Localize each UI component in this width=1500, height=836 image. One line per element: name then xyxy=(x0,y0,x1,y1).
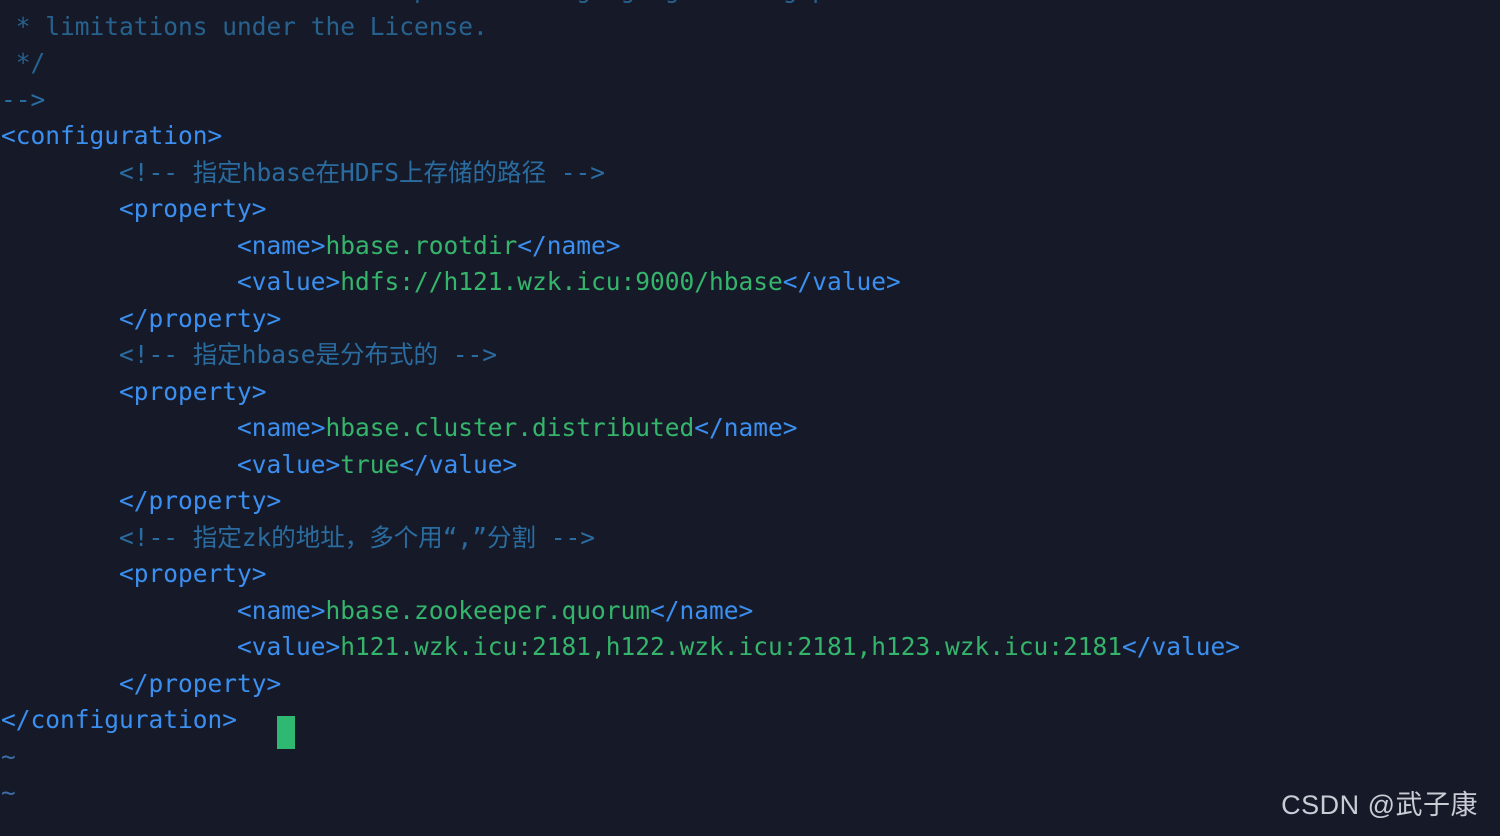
line-segment: <value> xyxy=(237,632,341,661)
line-segment: * See the License for the specific langu… xyxy=(16,0,1034,4)
line-comment-close-xml: --> xyxy=(0,82,1500,119)
line-comment-zk: <!-- 指定zk的地址，多个用“,”分割 --> xyxy=(0,520,1500,557)
line-segment: </configuration> xyxy=(1,705,238,734)
line-segment: </name> xyxy=(517,230,621,260)
line-segment: </name> xyxy=(650,595,754,625)
csdn-watermark: CSDN @武子康 xyxy=(1281,790,1478,820)
line-value-rootdir: <value>hdfs://h121.wzk.icu:9000/hbase</v… xyxy=(0,264,1500,301)
line-configuration-close: </configuration> xyxy=(0,702,1500,739)
line-configuration-open: <configuration> xyxy=(0,118,1500,155)
line-segment: <value> xyxy=(237,267,341,296)
line-property-close-3: </property> xyxy=(0,666,1500,703)
line-property-close-2: </property> xyxy=(0,483,1500,520)
line-segment: hdfs://h121.wzk.icu:9000/hbase xyxy=(340,267,783,296)
line-segment: </property> xyxy=(119,668,282,698)
line-segment: <name> xyxy=(237,595,326,625)
line-segment: hbase.cluster.distributed xyxy=(325,413,695,442)
line-segment: <property> xyxy=(119,376,267,406)
line-value-distributed: <value>true</value> xyxy=(0,447,1500,484)
line-segment: <name> xyxy=(237,230,326,260)
line-segment: </value> xyxy=(782,267,901,296)
line-segment: * limitations under the License. xyxy=(15,11,488,41)
text-cursor xyxy=(277,716,295,749)
line-name-rootdir: <name>hbase.rootdir</name> xyxy=(0,228,1500,265)
line-empty-tilde-1: ~ xyxy=(0,739,1500,776)
line-segment: <!-- 指定hbase是分布式的 --> xyxy=(119,340,498,369)
line-segment: <property> xyxy=(119,559,267,588)
line-license-see: * See the License for the specific langu… xyxy=(0,0,1500,9)
line-segment: </value> xyxy=(399,449,518,479)
line-segment: ~ xyxy=(1,741,16,771)
line-comment-distributed: <!-- 指定hbase是分布式的 --> xyxy=(0,337,1500,374)
line-segment: <configuration> xyxy=(1,121,223,150)
line-segment: <name> xyxy=(237,413,326,442)
line-property-open-3: <property> xyxy=(0,556,1500,593)
text-buffer[interactable]: * See the License for the specific langu… xyxy=(0,0,1500,812)
line-segment: </name> xyxy=(694,413,798,442)
line-property-close-1: </property> xyxy=(0,301,1500,338)
line-segment: </property> xyxy=(119,303,282,333)
line-comment-close-star: */ xyxy=(0,45,1500,82)
line-segment: true xyxy=(340,449,400,479)
line-segment: hbase.rootdir xyxy=(325,230,518,260)
line-segment: ~ xyxy=(1,778,16,807)
line-license-limitations: * limitations under the License. xyxy=(0,9,1500,46)
line-property-open-2: <property> xyxy=(0,374,1500,411)
line-segment: <value> xyxy=(237,449,341,479)
line-segment: </property> xyxy=(119,486,282,515)
terminal-editor-window[interactable]: * See the License for the specific langu… xyxy=(0,0,1500,836)
line-segment: <!-- 指定zk的地址，多个用“,”分割 --> xyxy=(119,522,596,552)
line-segment: <property> xyxy=(119,194,267,223)
line-segment: hbase.zookeeper.quorum xyxy=(325,595,651,625)
line-segment: --> xyxy=(1,84,46,114)
line-property-open-1: <property> xyxy=(0,191,1500,228)
line-segment: h121.wzk.icu:2181,h122.wzk.icu:2181,h123… xyxy=(340,632,1123,661)
line-comment-rootdir: <!-- 指定hbase在HDFS上存储的路径 --> xyxy=(0,155,1500,192)
line-segment: </value> xyxy=(1122,632,1241,661)
line-segment: */ xyxy=(15,48,46,77)
line-segment: <!-- 指定hbase在HDFS上存储的路径 --> xyxy=(119,157,606,187)
line-name-distributed: <name>hbase.cluster.distributed</name> xyxy=(0,410,1500,447)
line-value-quorum: <value>h121.wzk.icu:2181,h122.wzk.icu:21… xyxy=(0,629,1500,666)
line-empty-tilde-2: ~ xyxy=(0,775,1500,812)
line-name-quorum: <name>hbase.zookeeper.quorum</name> xyxy=(0,593,1500,630)
